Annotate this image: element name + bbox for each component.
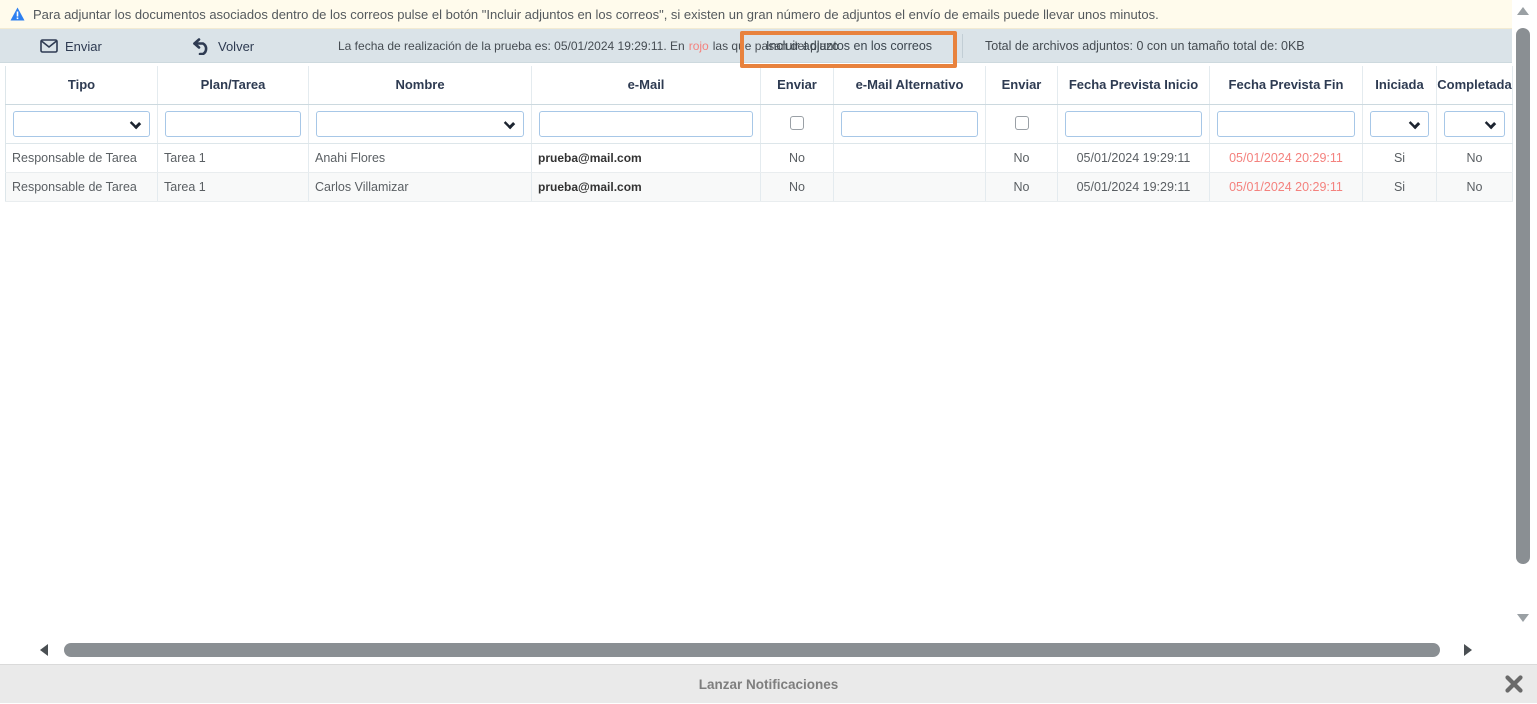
volver-label: Volver — [218, 39, 254, 54]
fecha-prevista-fin-filter-input[interactable] — [1217, 111, 1355, 137]
col-header-email-alternativo: e-Mail Alternativo — [834, 66, 986, 104]
envelope-icon — [40, 39, 58, 53]
col-header-completada: Completada — [1437, 66, 1513, 104]
col-header-enviar-1: Enviar — [761, 66, 834, 104]
warning-triangle-icon — [10, 7, 25, 21]
col-header-fecha-prevista-inicio: Fecha Prevista Inicio — [1058, 66, 1210, 104]
incluir-adjuntos-button[interactable]: Incluir adjuntos en los correos — [744, 29, 954, 63]
vertical-scrollbar-thumb[interactable] — [1516, 28, 1530, 564]
enviar-button[interactable]: Enviar — [40, 29, 102, 63]
enviar-label: Enviar — [65, 39, 102, 54]
enviar-filter-checkbox-1[interactable] — [790, 116, 804, 130]
iniciada-filter-select[interactable] — [1370, 111, 1429, 137]
scroll-right-arrow-icon[interactable] — [1464, 644, 1472, 656]
cell-email-alternativo — [834, 143, 986, 172]
totales-adjuntos-text: Total de archivos adjuntos: 0 con un tam… — [985, 29, 1305, 63]
cell-iniciada: Si — [1363, 143, 1437, 172]
notifications-table: Tipo Plan/Tarea Nombre e-Mail Enviar e-M… — [5, 66, 1513, 202]
nombre-filter-select[interactable] — [316, 111, 524, 137]
toolbar-separator — [962, 34, 963, 58]
table-header-row: Tipo Plan/Tarea Nombre e-Mail Enviar e-M… — [6, 66, 1513, 104]
email-alternativo-filter-input[interactable] — [841, 111, 978, 137]
col-header-enviar-2: Enviar — [986, 66, 1058, 104]
tipo-filter-select[interactable] — [13, 111, 150, 137]
table-row[interactable]: Responsable de Tarea Tarea 1 Carlos Vill… — [6, 172, 1513, 201]
vertical-scrollbar — [1513, 0, 1533, 638]
cell-enviar-2: No — [986, 172, 1058, 201]
horizontal-scrollbar — [0, 640, 1512, 660]
cell-email: prueba@mail.com — [532, 143, 761, 172]
cell-email-alternativo — [834, 172, 986, 201]
completada-filter-select[interactable] — [1444, 111, 1505, 137]
cell-enviar-1: No — [761, 143, 834, 172]
col-header-fecha-prevista-fin: Fecha Prevista Fin — [1210, 66, 1363, 104]
col-header-iniciada: Iniciada — [1363, 66, 1437, 104]
col-header-email: e-Mail — [532, 66, 761, 104]
cell-completada: No — [1437, 143, 1513, 172]
cell-nombre: Carlos Villamizar — [309, 172, 532, 201]
fecha-text-rojo: rojo — [689, 39, 709, 53]
volver-button[interactable]: Volver — [192, 29, 254, 63]
undo-arrow-icon — [192, 38, 211, 55]
filter-row — [6, 104, 1513, 143]
scroll-left-arrow-icon[interactable] — [40, 644, 48, 656]
plan-tarea-filter-input[interactable] — [165, 111, 301, 137]
chevron-down-icon — [130, 117, 141, 128]
fecha-text-before: La fecha de realización de la prueba es:… — [338, 39, 685, 53]
close-button[interactable] — [1503, 674, 1525, 696]
cell-fecha-prevista-inicio: 05/01/2024 19:29:11 — [1058, 172, 1210, 201]
cell-tipo: Responsable de Tarea — [6, 143, 158, 172]
col-header-nombre: Nombre — [309, 66, 532, 104]
cell-nombre: Anahi Flores — [309, 143, 532, 172]
table-row[interactable]: Responsable de Tarea Tarea 1 Anahi Flore… — [6, 143, 1513, 172]
cell-enviar-1: No — [761, 172, 834, 201]
cell-tipo: Responsable de Tarea — [6, 172, 158, 201]
cell-enviar-2: No — [986, 143, 1058, 172]
horizontal-scrollbar-thumb[interactable] — [64, 643, 1440, 657]
email-filter-input[interactable] — [539, 111, 753, 137]
info-bar: Para adjuntar los documentos asociados d… — [0, 0, 1512, 29]
dialog-title: Lanzar Notificaciones — [0, 665, 1537, 704]
cell-fecha-prevista-fin: 05/01/2024 20:29:11 — [1210, 143, 1363, 172]
fecha-prevista-inicio-filter-input[interactable] — [1065, 111, 1202, 137]
toolbar: Enviar Volver La fecha de realización de… — [0, 29, 1512, 63]
cell-plan-tarea: Tarea 1 — [158, 172, 309, 201]
scroll-up-arrow-icon[interactable] — [1517, 7, 1529, 15]
cell-completada: No — [1437, 172, 1513, 201]
info-message: Para adjuntar los documentos asociados d… — [33, 7, 1159, 22]
dialog-footer: Lanzar Notificaciones — [0, 664, 1537, 703]
cell-plan-tarea: Tarea 1 — [158, 143, 309, 172]
scroll-down-arrow-icon[interactable] — [1517, 614, 1529, 622]
cell-fecha-prevista-inicio: 05/01/2024 19:29:11 — [1058, 143, 1210, 172]
chevron-down-icon — [504, 117, 515, 128]
chevron-down-icon — [1409, 117, 1420, 128]
close-icon — [1504, 682, 1524, 697]
cell-fecha-prevista-fin: 05/01/2024 20:29:11 — [1210, 172, 1363, 201]
col-header-plan-tarea: Plan/Tarea — [158, 66, 309, 104]
chevron-down-icon — [1485, 117, 1496, 128]
cell-iniciada: Si — [1363, 172, 1437, 201]
col-header-tipo: Tipo — [6, 66, 158, 104]
enviar-filter-checkbox-2[interactable] — [1015, 116, 1029, 130]
cell-email: prueba@mail.com — [532, 172, 761, 201]
lanzar-notificaciones-dialog: Para adjuntar los documentos asociados d… — [0, 0, 1537, 703]
